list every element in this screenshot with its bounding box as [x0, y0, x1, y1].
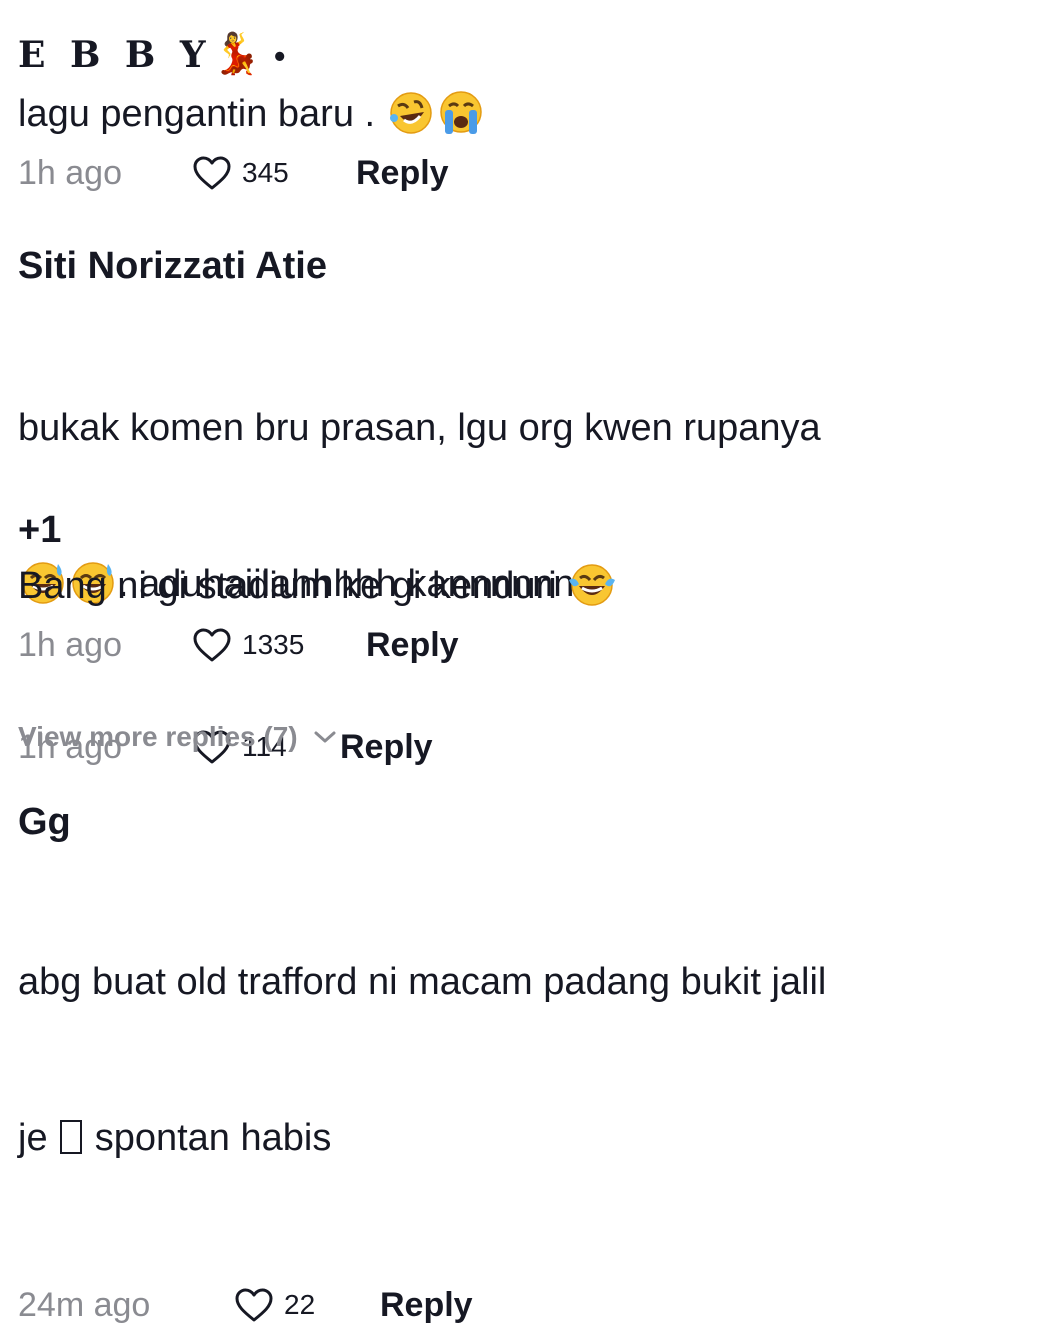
comment-item: E B B Y💃 • lagu pengantin baru . 1h ago 3…	[18, 32, 1018, 198]
comment-text-line: bukak komen bru prasan, lgu org kwen rup…	[18, 407, 821, 449]
comment-text-content: lagu pengantin baru .	[18, 93, 386, 135]
comment-time: 1h ago	[18, 626, 122, 664]
dancer-emoji-icon: 💃	[211, 31, 262, 77]
heart-icon	[235, 1288, 273, 1322]
comment-meta: 1h ago 345 Reply	[18, 148, 1018, 198]
like-button[interactable]: 22	[234, 1280, 315, 1330]
comment-text-content: je	[18, 1117, 59, 1159]
missing-glyph-icon	[60, 1120, 83, 1154]
comment-meta: 1h ago 1335 Reply	[18, 620, 1018, 670]
comment-text-content: spontan habis	[84, 1117, 332, 1159]
reply-button[interactable]: Reply	[366, 620, 459, 670]
rofl-emoji-icon	[389, 92, 432, 134]
comment-item: +1 Bang ni gi stadium ke gi kenduri 1h a…	[18, 508, 1018, 670]
view-more-replies-button[interactable]: View more replies (7)	[18, 718, 338, 756]
comment-username[interactable]: Gg	[18, 800, 1018, 844]
comment-time: 24m ago	[18, 1286, 151, 1324]
username-text: E B B Y	[18, 34, 212, 76]
like-button[interactable]: 1335	[192, 620, 304, 670]
comment-text-content: Bang ni gi stadium ke gi kenduri	[18, 565, 568, 607]
comment-text-line: je spontan habis	[18, 1112, 1018, 1164]
like-count: 345	[242, 157, 289, 188]
comment-username[interactable]: E B B Y💃 •	[18, 32, 1018, 76]
like-button[interactable]: 345	[192, 148, 289, 198]
comment-meta: 24m ago 22 Reply	[18, 1280, 1018, 1330]
crying-emoji-icon	[439, 91, 482, 134]
heart-icon	[193, 628, 231, 662]
comment-text-line: abg buat old trafford ni macam padang bu…	[18, 961, 827, 1003]
reply-button[interactable]: Reply	[380, 1280, 473, 1330]
username-dot: •	[271, 43, 289, 73]
like-count: 22	[284, 1289, 316, 1320]
heart-icon	[193, 156, 231, 190]
comment-time: 1h ago	[18, 154, 122, 192]
joy-emoji-icon	[569, 564, 616, 606]
comment-text: abg buat old trafford ni macam padang bu…	[18, 852, 1018, 1268]
comment-username[interactable]: Siti Norizzati Atie	[18, 244, 1018, 288]
reply-button[interactable]: Reply	[356, 148, 449, 198]
view-more-label: View more replies (7)	[18, 721, 298, 752]
comment-username[interactable]: +1	[18, 508, 1018, 552]
chevron-down-icon	[314, 731, 336, 743]
reply-button[interactable]: Reply	[340, 722, 433, 772]
comment-text: Bang ni gi stadium ke gi kenduri	[18, 560, 1018, 612]
like-count: 1335	[242, 629, 305, 660]
comment-item: Gg abg buat old trafford ni macam padang…	[18, 800, 1018, 1330]
comment-text: lagu pengantin baru .	[18, 88, 1018, 140]
